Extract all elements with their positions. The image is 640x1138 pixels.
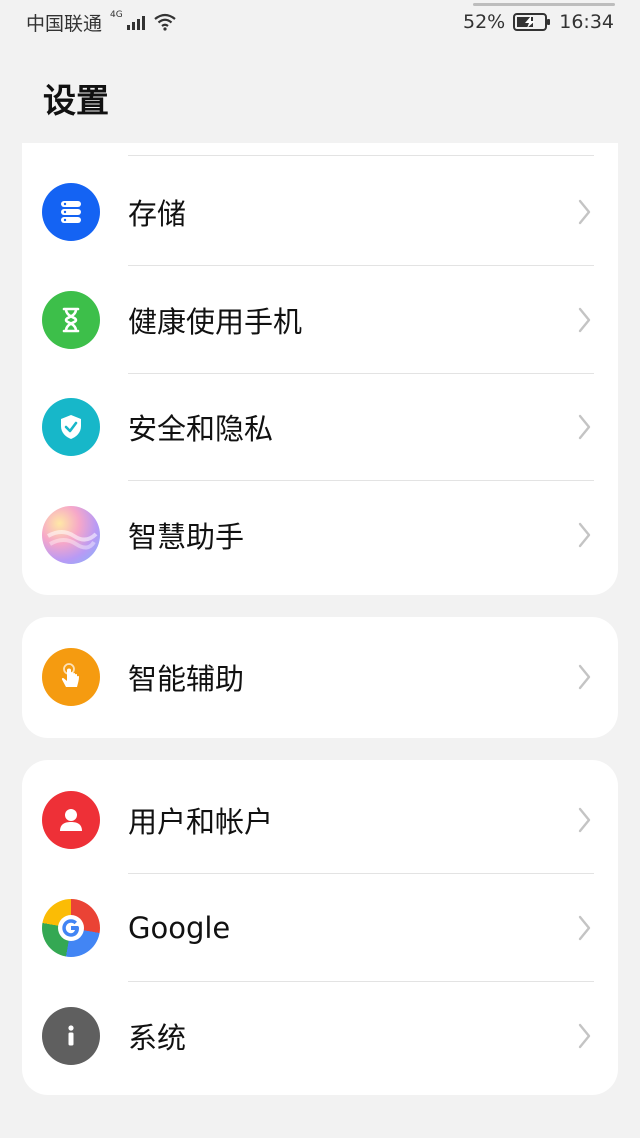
user-icon	[42, 791, 100, 849]
clock-time: 16:34	[559, 11, 614, 33]
chevron-right-icon	[578, 522, 591, 548]
chevron-right-icon	[578, 414, 591, 440]
chevron-right-icon	[578, 915, 591, 941]
shield-check-icon	[42, 398, 100, 456]
network-type: 4G	[110, 10, 123, 20]
chevron-right-icon	[578, 664, 591, 690]
chevron-right-icon	[578, 199, 591, 225]
settings-item-label: Google	[128, 911, 231, 945]
status-right: 52% 16:34	[463, 11, 614, 33]
status-bar: 中国联通 4G 52% 16:34	[0, 0, 640, 44]
chevron-right-icon	[578, 1023, 591, 1049]
settings-group-3: 用户和帐户 Google 系统	[22, 760, 618, 1095]
settings-item-label: 智慧助手	[128, 520, 245, 554]
settings-item-label: 用户和帐户	[128, 805, 274, 839]
page-title: 设置	[43, 81, 109, 120]
settings-item-system[interactable]: 系统	[22, 982, 618, 1090]
signal-icon	[126, 14, 145, 30]
settings-item-digital-balance[interactable]: 健康使用手机	[22, 266, 618, 374]
carrier-name: 中国联通	[26, 12, 103, 35]
battery-charging-icon	[513, 12, 551, 32]
hourglass-icon	[42, 291, 100, 349]
wifi-icon	[153, 13, 177, 31]
settings-item-label: 存储	[128, 197, 187, 231]
settings-item-users-accounts[interactable]: 用户和帐户	[22, 766, 618, 874]
settings-item-security-privacy[interactable]: 安全和隐私	[22, 373, 618, 481]
battery-percent: 52%	[463, 11, 506, 33]
settings-item-accessibility[interactable]: 智能辅助	[22, 623, 618, 731]
status-left: 中国联通 4G	[26, 9, 177, 36]
chevron-right-icon	[578, 807, 591, 833]
storage-icon	[42, 183, 100, 241]
chevron-right-icon	[578, 307, 591, 333]
settings-item-label: 系统	[128, 1021, 187, 1055]
google-icon	[42, 899, 100, 957]
settings-item-smart-assistant[interactable]: 智慧助手	[22, 481, 618, 589]
hand-tap-icon	[42, 648, 100, 706]
settings-item-google[interactable]: Google	[22, 874, 618, 982]
info-icon	[42, 1007, 100, 1065]
divider	[128, 155, 594, 156]
settings-item-label: 健康使用手机	[128, 305, 303, 339]
settings-group-1: 存储 健康使用手机 安全和隐私 智慧助手	[22, 143, 618, 595]
assistant-gradient-icon	[42, 506, 100, 564]
settings-group-2: 智能辅助	[22, 617, 618, 738]
settings-item-label: 安全和隐私	[128, 412, 274, 446]
settings-item-storage[interactable]: 存储	[22, 158, 618, 266]
settings-item-label: 智能辅助	[128, 662, 245, 696]
